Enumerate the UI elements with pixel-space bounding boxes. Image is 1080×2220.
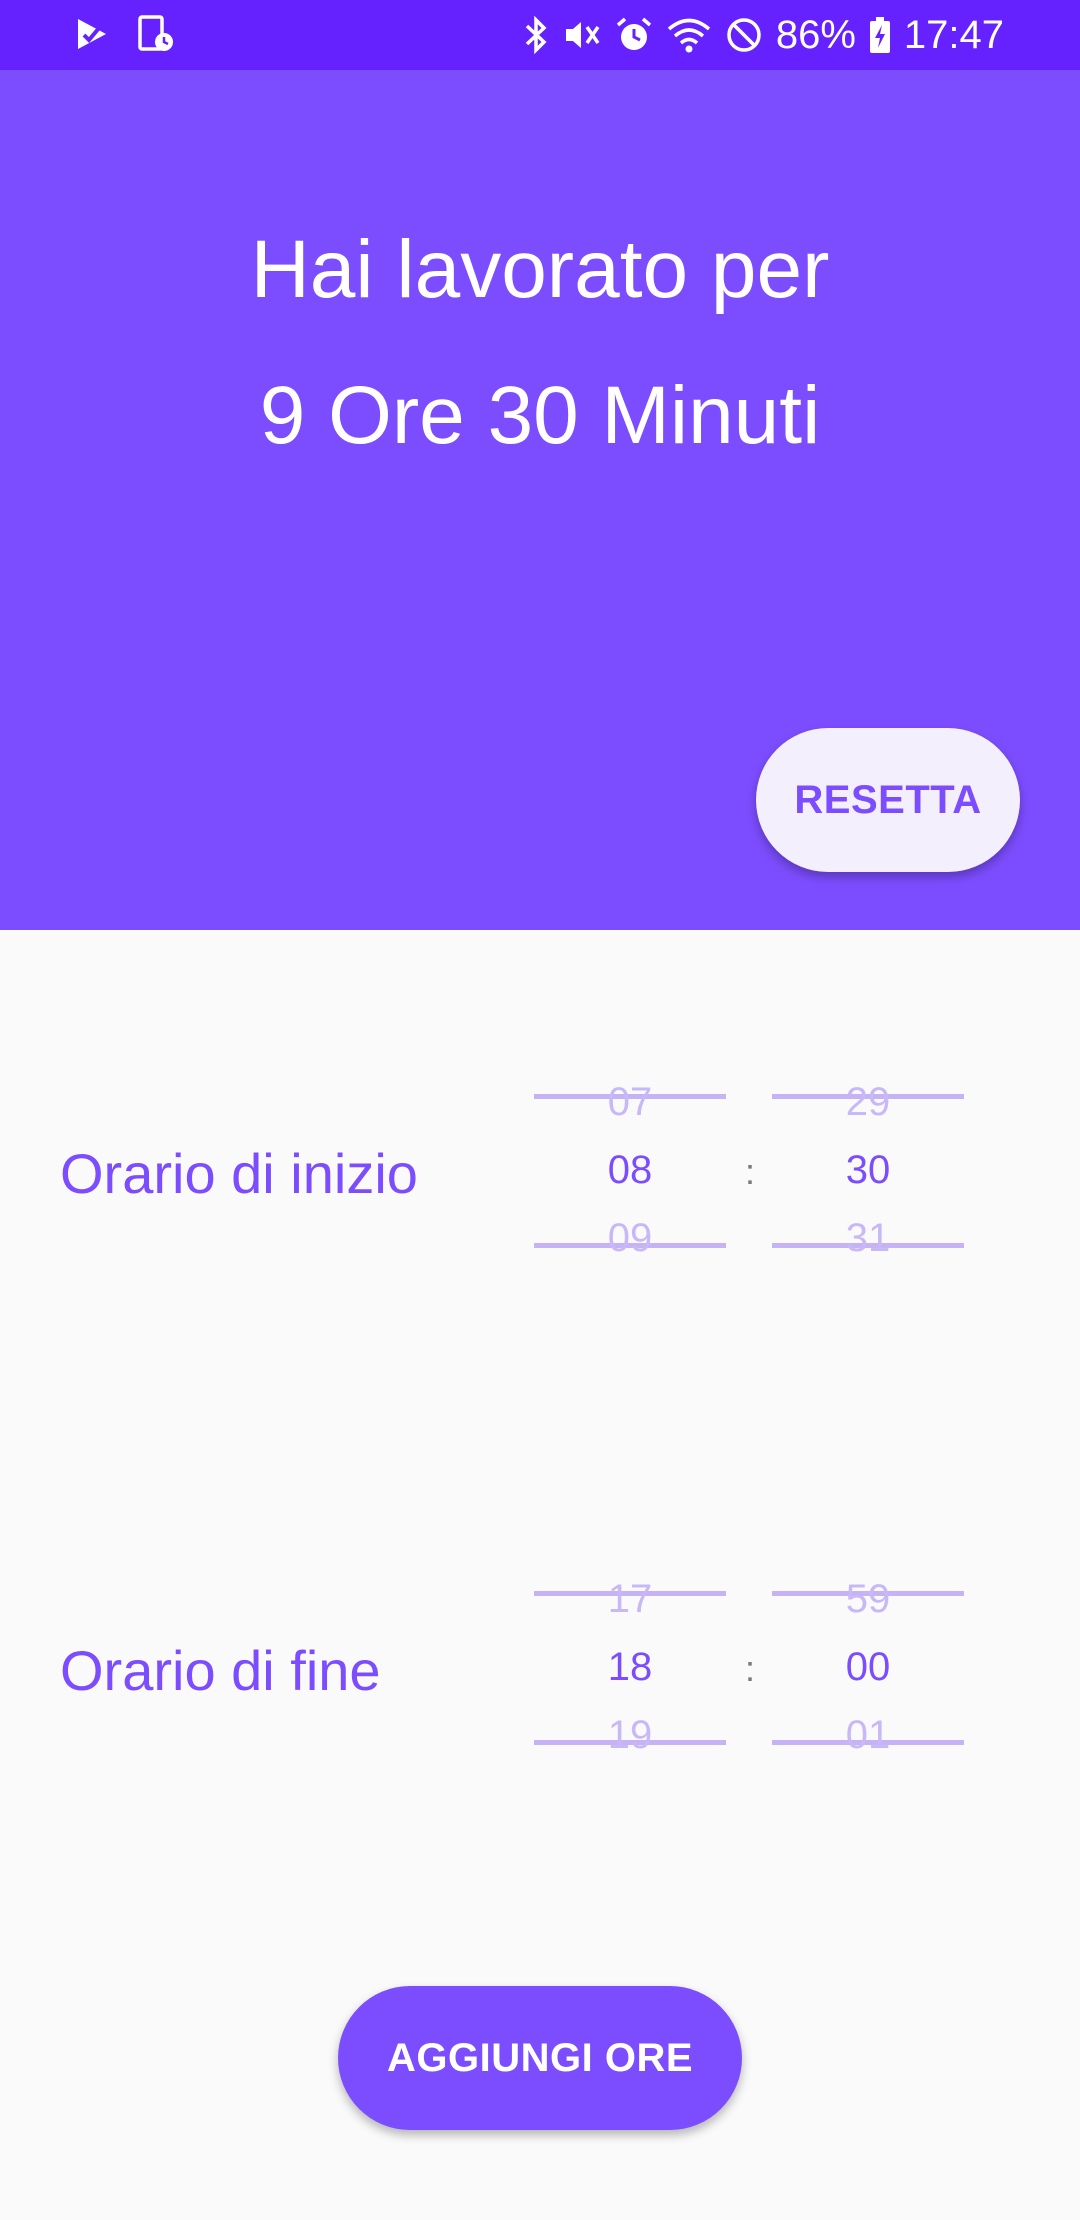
battery-charging-icon — [868, 15, 892, 55]
battery-percent: 86% — [775, 13, 856, 57]
reset-button[interactable]: RESETTA — [756, 728, 1020, 872]
status-right-icons: 86% 17:47 — [522, 10, 1004, 60]
status-time: 17:47 — [903, 13, 1004, 57]
end-hour-next[interactable]: 19 — [534, 1711, 726, 1759]
start-hour-current[interactable]: 08 — [534, 1146, 726, 1194]
start-minute-current[interactable]: 30 — [772, 1146, 964, 1194]
app-screen: 86% 17:47 Hai lavorato per 9 Ore 30 Minu… — [0, 0, 1080, 2220]
start-minute-picker[interactable]: 29 30 31 — [772, 1074, 964, 1260]
end-minute-picker[interactable]: 59 00 01 — [772, 1571, 964, 1757]
end-minute-prev[interactable]: 59 — [772, 1575, 964, 1623]
mute-icon — [562, 15, 602, 55]
worked-duration: 9 Ore 30 Minuti — [259, 370, 821, 461]
end-time-separator: : — [744, 1648, 755, 1689]
start-hour-picker[interactable]: 07 08 09 — [534, 1074, 726, 1260]
end-hour-current[interactable]: 18 — [534, 1643, 726, 1691]
end-hour-picker[interactable]: 17 18 19 — [534, 1571, 726, 1757]
worked-label: Hai lavorato per — [250, 224, 830, 315]
start-hour-prev[interactable]: 07 — [534, 1078, 726, 1126]
header-summary: Hai lavorato per 9 Ore 30 Minuti RESETTA — [0, 70, 1080, 930]
end-minute-current[interactable]: 00 — [772, 1643, 964, 1691]
start-hour-next[interactable]: 09 — [534, 1214, 726, 1262]
start-time-separator: : — [744, 1151, 755, 1192]
start-minute-next[interactable]: 31 — [772, 1214, 964, 1262]
end-hour-prev[interactable]: 17 — [534, 1575, 726, 1623]
bluetooth-icon — [522, 15, 550, 55]
screen-timer-icon — [136, 14, 176, 54]
wifi-icon — [666, 15, 712, 55]
status-bar: 86% 17:47 — [0, 0, 1080, 70]
play-store-check-icon — [74, 16, 110, 52]
end-minute-next[interactable]: 01 — [772, 1711, 964, 1759]
start-minute-prev[interactable]: 29 — [772, 1078, 964, 1126]
end-time-label: Orario di fine — [60, 1639, 381, 1702]
start-time-label: Orario di inizio — [60, 1142, 418, 1205]
alarm-icon — [614, 15, 654, 55]
do-not-disturb-icon — [724, 15, 764, 55]
add-hours-button[interactable]: AGGIUNGI ORE — [338, 1986, 742, 2130]
status-left-icons — [74, 14, 176, 54]
